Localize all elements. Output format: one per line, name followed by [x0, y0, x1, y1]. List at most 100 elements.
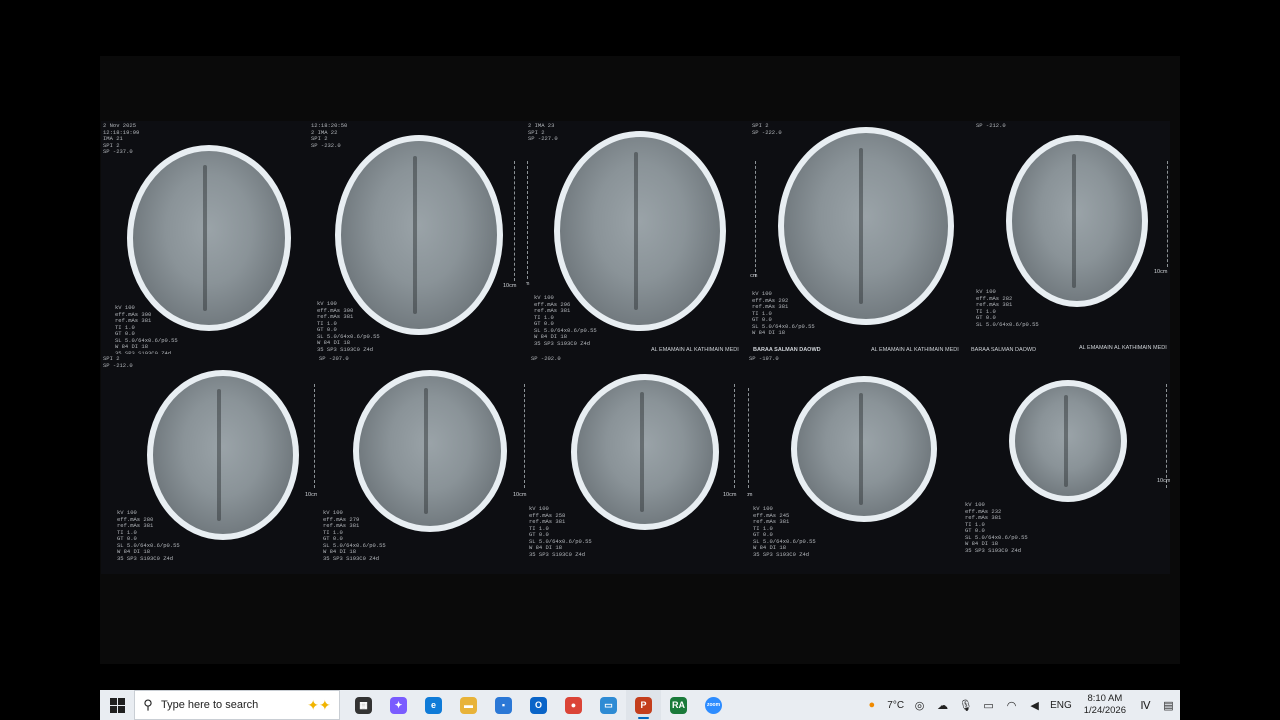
wifi-icon[interactable]: ◠	[1000, 699, 1023, 712]
scale-label: 10cm	[750, 273, 758, 279]
scale-label: 10cm	[723, 492, 737, 498]
ra-app-icon: RA	[670, 696, 687, 714]
hospital-name: AL EMAMAIN AL KATHIMAIN MEDI	[651, 347, 739, 353]
notifications-icon[interactable]: ▤	[1157, 699, 1180, 712]
scale-bar	[747, 388, 749, 488]
taskbar-app-file-explorer[interactable]: ▬	[451, 690, 486, 720]
brain-slice	[127, 145, 291, 331]
hospital-name: AL EMAMAIN AL KATHIMAIN MEDI	[871, 347, 959, 353]
search-highlight-icon: ✦✦	[307, 696, 331, 713]
start-button[interactable]	[100, 690, 134, 720]
brain-slice	[791, 376, 937, 522]
scale-bar	[313, 384, 315, 488]
brain-slice	[353, 370, 507, 532]
panel-header-text: SPI 2 SP -222.0	[752, 122, 782, 136]
taskbar-app-copilot[interactable]: ✦	[381, 690, 416, 720]
ct-panel-6: SPI 2 SP -212.0 kV 100 eff.mAs 280 ref.m…	[101, 354, 317, 574]
panel-params-text: kV 100 eff.mAs 292 ref.mAs 381 TI 1.0 GT…	[752, 290, 815, 336]
clock-time: 8:10 AM	[1087, 693, 1123, 704]
windows-logo-icon	[109, 697, 125, 713]
edge-icon: e	[425, 696, 442, 714]
ct-panel-10: kV 100 eff.mAs 232 ref.mAs 381 TI 1.0 GT…	[961, 354, 1170, 574]
panel-params-text: kV 100 eff.mAs 280 ref.mAs 381 TI 1.0 GT…	[117, 509, 180, 562]
panel-header-text: SPI 2 SP -212.0	[103, 355, 133, 369]
panel-header-text: 2 IMA 23 SPI 2 SP -227.0	[528, 122, 558, 142]
scale-bar	[526, 161, 528, 279]
chrome-icon: ●	[565, 696, 582, 714]
powerpoint-icon: P	[635, 696, 652, 714]
taskbar-app-ra-app[interactable]: RA	[661, 690, 696, 720]
taskbar-app-remote-desktop[interactable]: ▭	[591, 690, 626, 720]
scale-bar	[1165, 384, 1167, 488]
remote-desktop-icon: ▭	[600, 696, 617, 714]
scale-label: 10cm	[1157, 478, 1170, 484]
panel-header-text: 12:18:20:50 2 IMA 22 SPI 2 SP -232.0	[311, 122, 348, 149]
clock-date: 1/24/2026	[1083, 705, 1126, 716]
language-indicator[interactable]: ENG	[1046, 700, 1076, 711]
onedrive-icon[interactable]: ☁	[931, 699, 954, 712]
ct-panel-9: SP -197.0 kV 100 eff.mAs 245 ref.mAs 381…	[747, 354, 961, 574]
store-icon: ▪	[495, 696, 512, 714]
panel-header-text: SP -197.0	[749, 355, 779, 362]
taskbar-app-zoom[interactable]: zoom	[696, 690, 731, 720]
panel-header-text: SP -202.0	[531, 355, 561, 362]
taskbar-search-box[interactable]: ⚲ Type here to search ✦✦	[134, 690, 340, 720]
panel-params-text: kV 100 eff.mAs 279 ref.mAs 381 TI 1.0 GT…	[323, 509, 386, 562]
scale-label: 10cm	[503, 283, 517, 289]
pinned-apps: ▦ ✦ e ▬ ▪ O ● ▭ P RA zoom	[346, 690, 731, 720]
ct-panel-7: SP -207.0 kV 100 eff.mAs 279 ref.mAs 381…	[317, 354, 529, 574]
panel-params-text: kV 100 eff.mAs 282 ref.mAs 381 TI 1.0 GT…	[976, 288, 1039, 328]
task-view-icon: ▦	[355, 696, 372, 714]
search-icon: ⚲	[143, 697, 153, 712]
copilot-icon: ✦	[390, 696, 407, 714]
microphone-icon[interactable]: 🎙	[954, 699, 977, 712]
scale-label: 10cm	[747, 492, 753, 498]
scale-bar	[1166, 161, 1168, 267]
patient-name: BARAA SALMAN DAOWD	[753, 347, 821, 353]
scale-bar	[513, 161, 515, 281]
scale-label: 10cm	[513, 492, 527, 498]
ct-panel-8: SP -202.0 kV 100 eff.mAs 258 ref.mAs 381…	[529, 354, 747, 574]
hospital-name: AL EMAMAIN AL KATHIMAIN MEDI	[1079, 345, 1167, 351]
taskbar-app-powerpoint[interactable]: P	[626, 690, 661, 720]
taskbar-app-outlook[interactable]: O	[521, 690, 556, 720]
search-placeholder: Type here to search	[161, 699, 259, 711]
scale-bar	[523, 384, 525, 488]
ct-panel-2: 12:18:20:50 2 IMA 22 SPI 2 SP -232.0 10c…	[307, 121, 520, 354]
zoom-icon: zoom	[705, 696, 722, 714]
volume-icon[interactable]: ◀	[1023, 699, 1046, 712]
taskbar-app-chrome[interactable]: ●	[556, 690, 591, 720]
scale-label: 10cm	[526, 281, 530, 287]
ct-panel-1: 2 Nov 2025 12:18:19:99 IMA 21 SPI 2 SP -…	[101, 121, 314, 354]
brain-slice	[571, 374, 719, 530]
clock[interactable]: 8:10 AM 1/24/2026	[1076, 693, 1134, 717]
patient-name: BARAA SALMAN DAOWD	[971, 347, 1037, 353]
weather-icon[interactable]: ●	[860, 699, 883, 711]
taskbar-app-edge[interactable]: e	[416, 690, 451, 720]
scale-bar	[733, 384, 735, 488]
panel-params-text: kV 100 eff.mAs 258 ref.mAs 381 TI 1.0 GT…	[529, 505, 592, 558]
panel-header-text: 2 Nov 2025 12:18:19:99 IMA 21 SPI 2 SP -…	[103, 122, 140, 155]
file-explorer-icon: ▬	[460, 696, 477, 714]
scale-label: 10cm	[305, 492, 317, 498]
taskbar-app-task-view[interactable]: ▦	[346, 690, 381, 720]
ct-panel-5: SP -212.0 10cm kV 100 eff.mAs 282 ref.mA…	[974, 121, 1170, 354]
outlook-icon: O	[530, 696, 547, 714]
ct-film: 2 Nov 2025 12:18:19:99 IMA 21 SPI 2 SP -…	[101, 121, 1170, 574]
meet-now-icon[interactable]: ◎	[908, 699, 931, 712]
brain-slice	[1006, 135, 1148, 307]
panel-params-text: kV 100 eff.mAs 296 ref.mAs 381 TI 1.0 GT…	[534, 294, 597, 347]
scale-bar	[754, 161, 756, 277]
panel-header-text: SP -207.0	[319, 355, 349, 362]
panel-params-text: kV 100 eff.mAs 300 ref.mAs 381 TI 1.0 GT…	[317, 300, 380, 353]
ct-panel-4: SPI 2 SP -222.0 10cm kV 100 eff.mAs 292 …	[750, 121, 972, 354]
taskbar-app-store[interactable]: ▪	[486, 690, 521, 720]
panel-header-text: SP -212.0	[976, 122, 1006, 129]
pulse-icon[interactable]: Ⅳ	[1134, 699, 1157, 712]
scale-label: 10cm	[1154, 269, 1168, 275]
weather-temperature[interactable]: 7°C	[883, 700, 908, 711]
panel-params-text: kV 100 eff.mAs 245 ref.mAs 381 TI 1.0 GT…	[753, 505, 816, 558]
ct-panel-3: 2 IMA 23 SPI 2 SP -227.0 10cm kV 100 eff…	[526, 121, 748, 354]
battery-icon[interactable]: ▭	[977, 699, 1000, 712]
panel-params-text: kV 100 eff.mAs 300 ref.mAs 381 TI 1.0 GT…	[115, 304, 178, 354]
